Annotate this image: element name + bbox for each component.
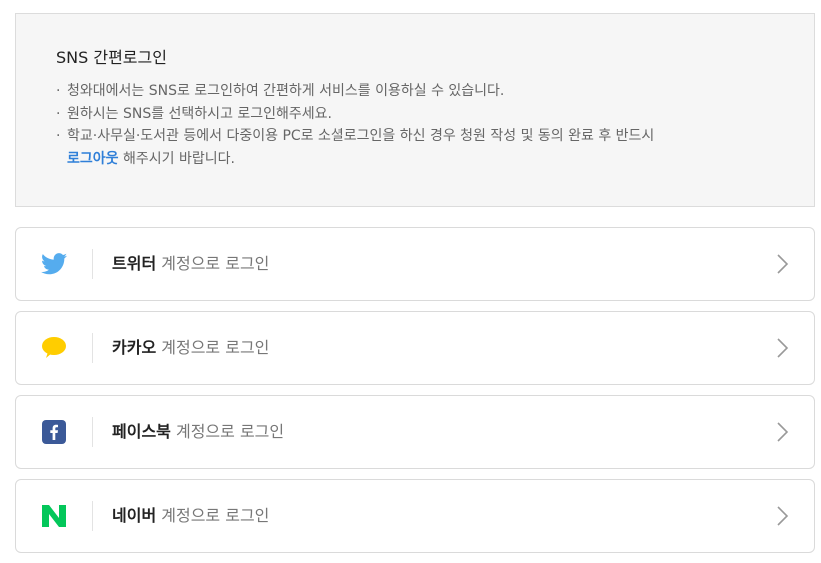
info-item: · 청와대에서는 SNS로 로그인하여 간편하게 서비스를 이용하실 수 있습니… bbox=[56, 80, 774, 103]
naver-login-button[interactable]: 네이버 계정으로 로그인 bbox=[15, 479, 815, 553]
login-label: 카카오 계정으로 로그인 bbox=[112, 338, 269, 358]
login-suffix: 계정으로 로그인 bbox=[156, 254, 270, 273]
login-label: 페이스북 계정으로 로그인 bbox=[112, 422, 284, 442]
info-text: 학교·사무실·도서관 등에서 다중이용 PC로 소셜로그인을 하신 경우 청원 … bbox=[67, 128, 655, 144]
info-text: 해주시기 바랍니다. bbox=[118, 150, 235, 167]
brand-name: 카카오 bbox=[112, 338, 157, 357]
chevron-right-icon bbox=[777, 254, 789, 274]
logout-link[interactable]: 로그아웃 bbox=[67, 151, 119, 167]
brand-name: 네이버 bbox=[112, 506, 157, 525]
sns-login-page: SNS 간편로그인 · 청와대에서는 SNS로 로그인하여 간편하게 서비스를 … bbox=[0, 0, 821, 563]
info-item: · 학교·사무실·도서관 등에서 다중이용 PC로 소셜로그인을 하신 경우 청… bbox=[56, 125, 774, 170]
login-label: 트위터 계정으로 로그인 bbox=[112, 254, 269, 274]
login-label: 네이버 계정으로 로그인 bbox=[112, 506, 269, 526]
brand-name: 페이스북 bbox=[112, 422, 171, 441]
divider bbox=[92, 249, 93, 279]
brand-name: 트위터 bbox=[112, 254, 157, 273]
divider bbox=[92, 501, 93, 531]
info-list: · 청와대에서는 SNS로 로그인하여 간편하게 서비스를 이용하실 수 있습니… bbox=[56, 80, 774, 170]
chevron-right-icon bbox=[777, 338, 789, 358]
icon-cell bbox=[16, 480, 92, 552]
naver-icon bbox=[42, 505, 66, 527]
bullet: · bbox=[56, 128, 61, 144]
chevron-right-icon bbox=[777, 422, 789, 442]
info-text: 원하시는 SNS를 선택하시고 로그인해주세요. bbox=[67, 105, 333, 122]
icon-cell bbox=[16, 228, 92, 300]
facebook-icon bbox=[42, 420, 66, 444]
twitter-login-button[interactable]: 트위터 계정으로 로그인 bbox=[15, 227, 815, 301]
info-item: · 원하시는 SNS를 선택하시고 로그인해주세요. bbox=[56, 103, 774, 126]
login-suffix: 계정으로 로그인 bbox=[170, 422, 285, 441]
sns-info-box: SNS 간편로그인 · 청와대에서는 SNS로 로그인하여 간편하게 서비스를 … bbox=[15, 13, 815, 207]
icon-cell bbox=[16, 312, 92, 384]
info-text: 청와대에서는 SNS로 로그인하여 간편하게 서비스를 이용하실 수 있습니다. bbox=[67, 83, 505, 99]
kakao-login-button[interactable]: 카카오 계정으로 로그인 bbox=[15, 311, 815, 385]
divider bbox=[92, 417, 93, 447]
login-suffix: 계정으로 로그인 bbox=[156, 506, 270, 525]
info-title: SNS 간편로그인 bbox=[56, 48, 167, 67]
bullet: · bbox=[56, 83, 61, 99]
bullet: · bbox=[56, 105, 61, 122]
login-suffix: 계정으로 로그인 bbox=[156, 338, 270, 357]
chevron-right-icon bbox=[777, 506, 789, 526]
twitter-icon bbox=[41, 253, 67, 275]
divider bbox=[92, 333, 93, 363]
icon-cell bbox=[16, 396, 92, 468]
kakao-icon bbox=[42, 337, 66, 358]
facebook-login-button[interactable]: 페이스북 계정으로 로그인 bbox=[15, 395, 815, 469]
